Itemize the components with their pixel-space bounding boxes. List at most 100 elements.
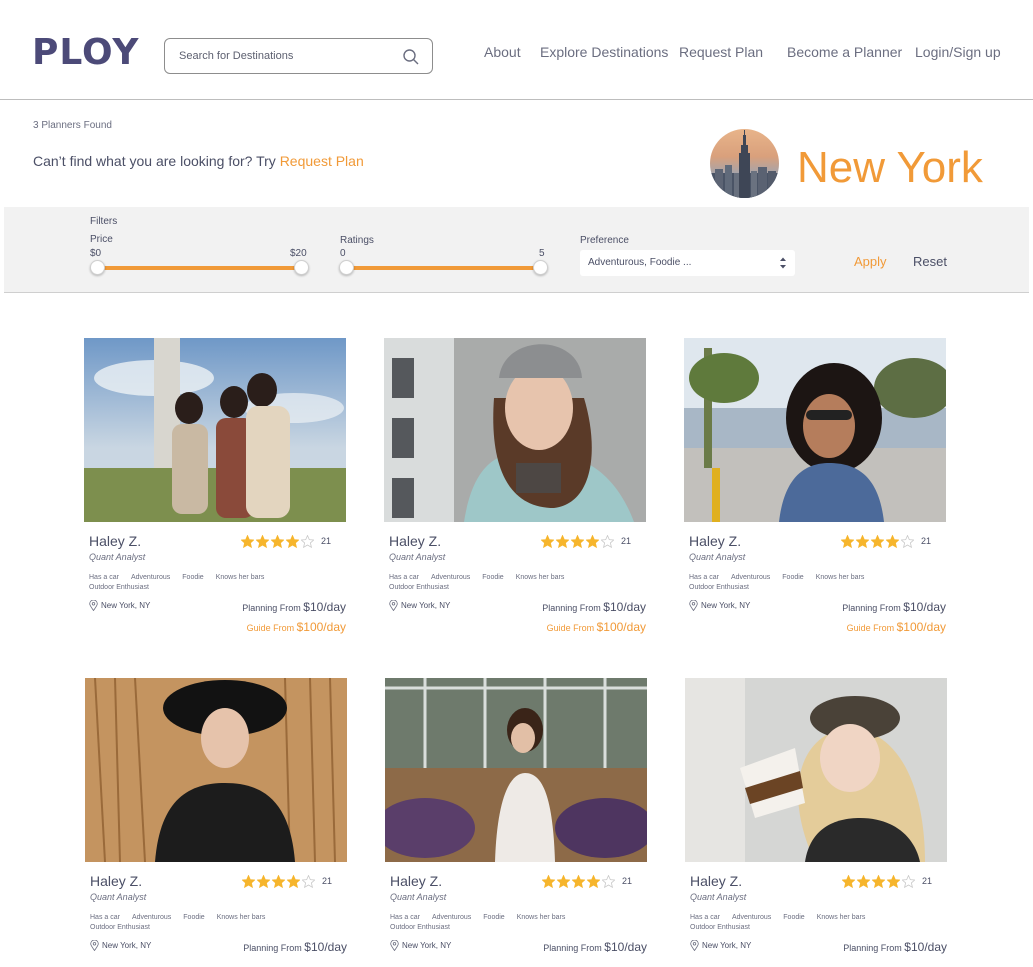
planner-role: Quant Analyst [90, 892, 147, 902]
planner-tag: Foodie [482, 574, 504, 581]
planning-label: Planning From [542, 603, 604, 613]
star-empty-icon [601, 534, 614, 548]
preference-value: Adventurous, Foodie ... [588, 257, 692, 268]
planner-photo[interactable] [384, 338, 646, 522]
planner-tag: Foodie [182, 574, 204, 581]
search-input[interactable] [179, 39, 399, 73]
star-filled-icon [841, 534, 854, 548]
search-icon[interactable] [402, 48, 420, 66]
search-box[interactable] [164, 38, 433, 74]
nav-about[interactable]: About [484, 44, 521, 60]
star-filled-icon [272, 874, 285, 888]
location-text: New York, NY [102, 941, 152, 950]
planner-tag: Outdoor Enthusiast [690, 924, 750, 931]
planning-label: Planning From [842, 603, 904, 613]
star-filled-icon [842, 874, 855, 888]
planner-photo[interactable] [685, 678, 947, 862]
planner-tag: Knows her bars [815, 574, 865, 581]
price-max-handle[interactable] [294, 260, 309, 275]
planner-role: Quant Analyst [690, 892, 747, 902]
location-text: New York, NY [402, 941, 452, 950]
reset-button[interactable]: Reset [913, 254, 947, 269]
price-max-label: $20 [290, 248, 307, 259]
planner-location: New York, NY [690, 940, 751, 951]
nav-explore-destinations[interactable]: Explore Destinations [540, 44, 668, 60]
planner-photo[interactable] [684, 338, 946, 522]
star-filled-icon [856, 534, 869, 548]
planning-amount: $10/day [303, 600, 346, 614]
star-filled-icon [886, 534, 899, 548]
planner-card[interactable]: Haley Z. Quant Analyst 21 Has a car Adventur… [684, 338, 946, 648]
price-label: Price [90, 234, 113, 245]
planner-card[interactable]: Haley Z. Quant Analyst 21 Has a car Adventur… [84, 338, 346, 648]
ratings-min-handle[interactable] [339, 260, 354, 275]
planner-tag: Knows her bars [216, 914, 266, 921]
planner-photo[interactable] [85, 678, 347, 862]
planner-rating: 21 [841, 534, 931, 548]
star-empty-icon [901, 534, 914, 548]
star-empty-icon [301, 534, 314, 548]
planning-price: Planning From $10/day [243, 938, 347, 956]
planner-name[interactable]: Haley Z. [390, 873, 442, 889]
planner-name[interactable]: Haley Z. [689, 533, 741, 549]
guide-amount: $100/day [596, 620, 646, 634]
request-plan-prompt: Can’t find what you are looking for? Try… [33, 153, 364, 169]
price-min-label: $0 [90, 248, 102, 259]
planner-photo[interactable] [385, 678, 647, 862]
star-empty-icon [602, 874, 615, 888]
filter-bar: Filters Price $0 $20 Ratings 0 5 Prefere… [4, 207, 1029, 293]
planner-photo-image [684, 338, 946, 522]
planning-price: Planning From $10/day [242, 598, 346, 616]
ratings-slider-track[interactable] [346, 266, 541, 270]
planning-amount: $10/day [604, 940, 647, 954]
planner-location: New York, NY [90, 940, 151, 951]
price-min-handle[interactable] [90, 260, 105, 275]
star-filled-icon [287, 874, 300, 888]
planner-photo-image [384, 338, 646, 522]
nav-login-signup[interactable]: Login/Sign up [915, 44, 1001, 60]
review-count: 21 [321, 536, 332, 546]
planner-card[interactable]: Haley Z. Quant Analyst 21 Has a car Adventur… [384, 338, 646, 648]
planner-tag: Adventurous [731, 914, 772, 921]
planner-photo[interactable] [84, 338, 346, 522]
planner-name[interactable]: Haley Z. [690, 873, 742, 889]
nav-become-planner[interactable]: Become a Planner [787, 44, 902, 60]
planner-tag: Outdoor Enthusiast [89, 584, 149, 591]
review-count: 21 [322, 876, 333, 886]
planner-tag: Has a car [89, 574, 119, 581]
planner-name[interactable]: Haley Z. [89, 533, 141, 549]
location-text: New York, NY [702, 941, 752, 950]
planner-location: New York, NY [689, 600, 750, 611]
planning-amount: $10/day [603, 600, 646, 614]
planning-amount: $10/day [904, 940, 947, 954]
star-filled-icon [541, 534, 554, 548]
planner-location: New York, NY [89, 600, 150, 611]
location-pin-icon [389, 600, 398, 611]
star-filled-icon [286, 534, 299, 548]
nav-request-plan[interactable]: Request Plan [679, 44, 763, 60]
planner-card[interactable]: Haley Z. Quant Analyst 21 Has a car Adventur… [385, 678, 647, 967]
star-empty-icon [302, 874, 315, 888]
planning-label: Planning From [543, 943, 605, 953]
planner-tag: Outdoor Enthusiast [90, 924, 150, 931]
planner-name[interactable]: Haley Z. [389, 533, 441, 549]
request-plan-link[interactable]: Request Plan [280, 153, 364, 169]
planning-price: Planning From $10/day [542, 598, 646, 616]
planner-role: Quant Analyst [89, 552, 146, 562]
ploy-logo[interactable]: PLOY [32, 33, 139, 73]
planner-tag: Knows her bars [215, 574, 265, 581]
planner-tag: Foodie [183, 914, 205, 921]
preference-select[interactable]: Adventurous, Foodie ... [580, 250, 795, 276]
planner-card[interactable]: Haley Z. Quant Analyst 21 Has a car Adventur… [685, 678, 947, 967]
planner-name[interactable]: Haley Z. [90, 873, 142, 889]
ratings-max-handle[interactable] [533, 260, 548, 275]
planner-tag: Has a car [689, 574, 719, 581]
ratings-label: Ratings [340, 235, 374, 246]
location-text: New York, NY [101, 601, 151, 610]
planner-tag: Has a car [90, 914, 120, 921]
price-slider-track[interactable] [97, 266, 303, 270]
planner-tag: Has a car [390, 914, 420, 921]
planner-card[interactable]: Haley Z. Quant Analyst 21 Has a car Adventur… [85, 678, 347, 967]
location-text: New York, NY [401, 601, 451, 610]
apply-button[interactable]: Apply [854, 254, 887, 269]
